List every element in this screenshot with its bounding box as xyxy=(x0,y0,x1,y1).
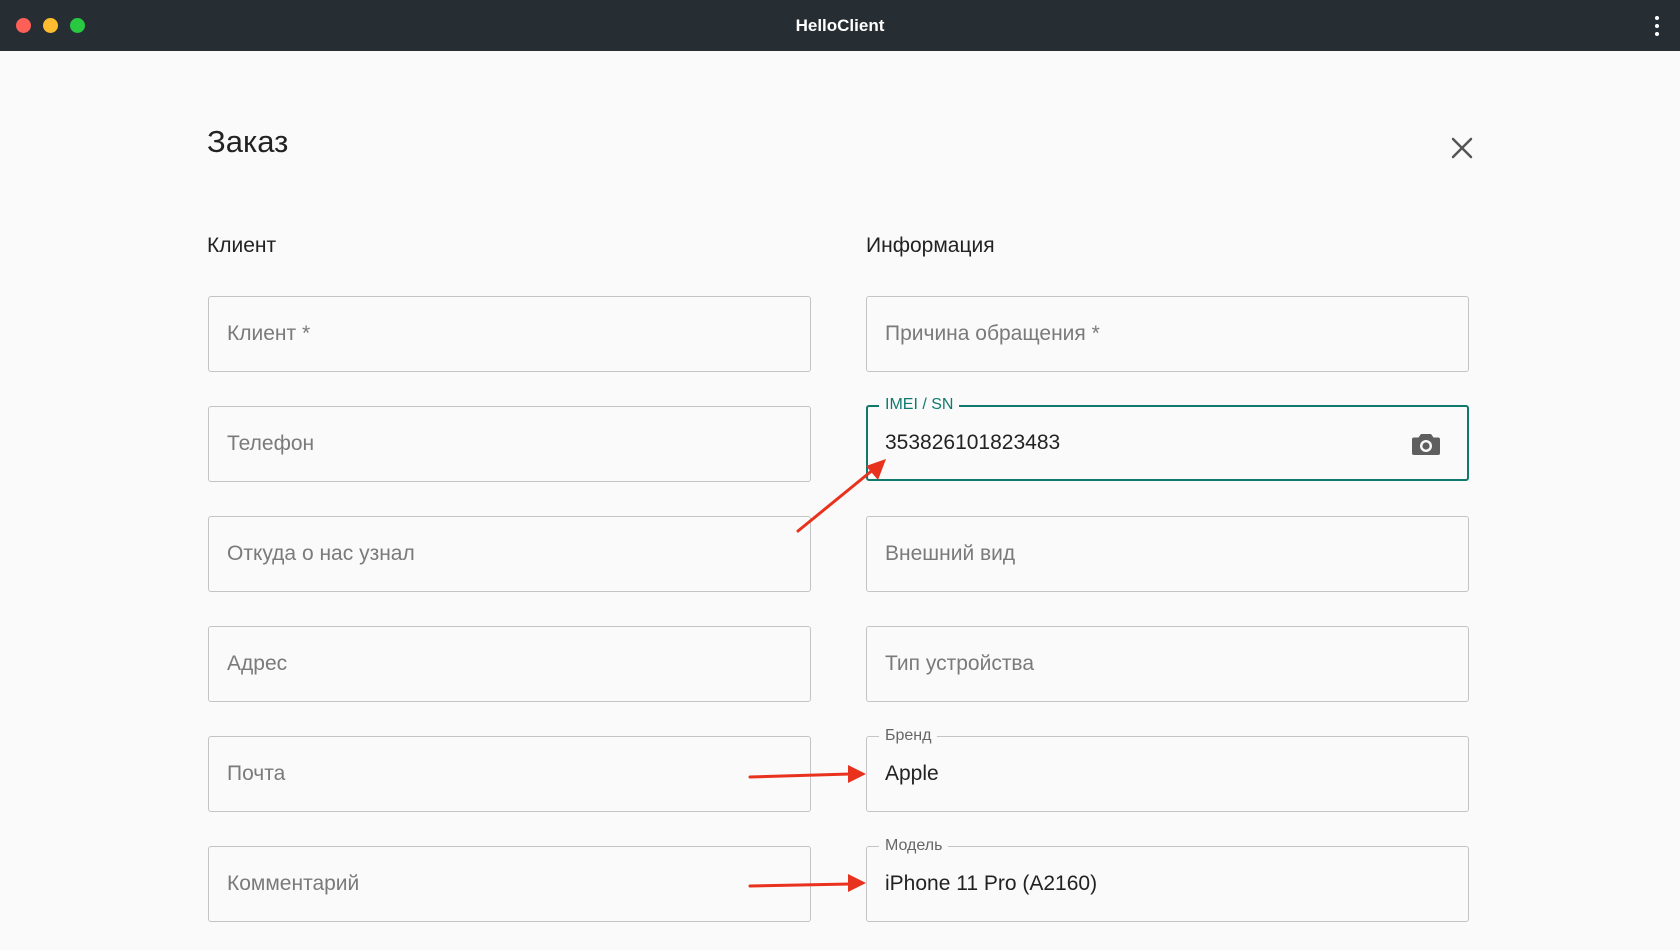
imei-field: IMEI / SN xyxy=(866,395,1469,481)
page-title: Заказ xyxy=(207,124,289,159)
app-window: HelloClient Заказ Клиент Информация Клие… xyxy=(0,0,1680,950)
menu-dot xyxy=(1655,16,1659,20)
brand-input[interactable] xyxy=(867,737,1468,811)
address-input[interactable] xyxy=(209,627,810,701)
device-type-input[interactable] xyxy=(867,627,1468,701)
brand-field: Бренд xyxy=(866,726,1469,812)
email-input[interactable] xyxy=(209,737,810,811)
window-title: HelloClient xyxy=(795,16,885,35)
reason-field xyxy=(866,296,1469,372)
title-bar: HelloClient xyxy=(0,0,1680,51)
annotation-arrowhead-model xyxy=(848,874,866,892)
phone-input[interactable] xyxy=(209,407,810,481)
reason-input[interactable] xyxy=(867,297,1468,371)
scan-camera-button[interactable] xyxy=(1411,431,1441,457)
phone-field xyxy=(208,406,811,482)
client-input[interactable] xyxy=(209,297,810,371)
appearance-field xyxy=(866,516,1469,592)
menu-dot xyxy=(1655,24,1659,28)
source-input[interactable] xyxy=(209,517,810,591)
imei-input[interactable] xyxy=(868,407,1467,479)
menu-dot xyxy=(1655,32,1659,36)
close-button[interactable] xyxy=(1447,133,1477,163)
model-input[interactable] xyxy=(867,847,1468,921)
source-field xyxy=(208,516,811,592)
email-field xyxy=(208,736,811,812)
client-field xyxy=(208,296,811,372)
close-icon xyxy=(1451,137,1473,159)
address-field xyxy=(208,626,811,702)
comment-field xyxy=(208,846,811,922)
appearance-input[interactable] xyxy=(867,517,1468,591)
annotation-arrowhead-brand xyxy=(848,765,866,783)
client-section-title: Клиент xyxy=(207,234,277,257)
info-section-title: Информация xyxy=(866,234,995,257)
comment-input[interactable] xyxy=(209,847,810,921)
model-field: Модель xyxy=(866,836,1469,922)
more-vertical-icon[interactable] xyxy=(1654,16,1660,36)
device-type-field xyxy=(866,626,1469,702)
camera-icon xyxy=(1412,434,1440,455)
